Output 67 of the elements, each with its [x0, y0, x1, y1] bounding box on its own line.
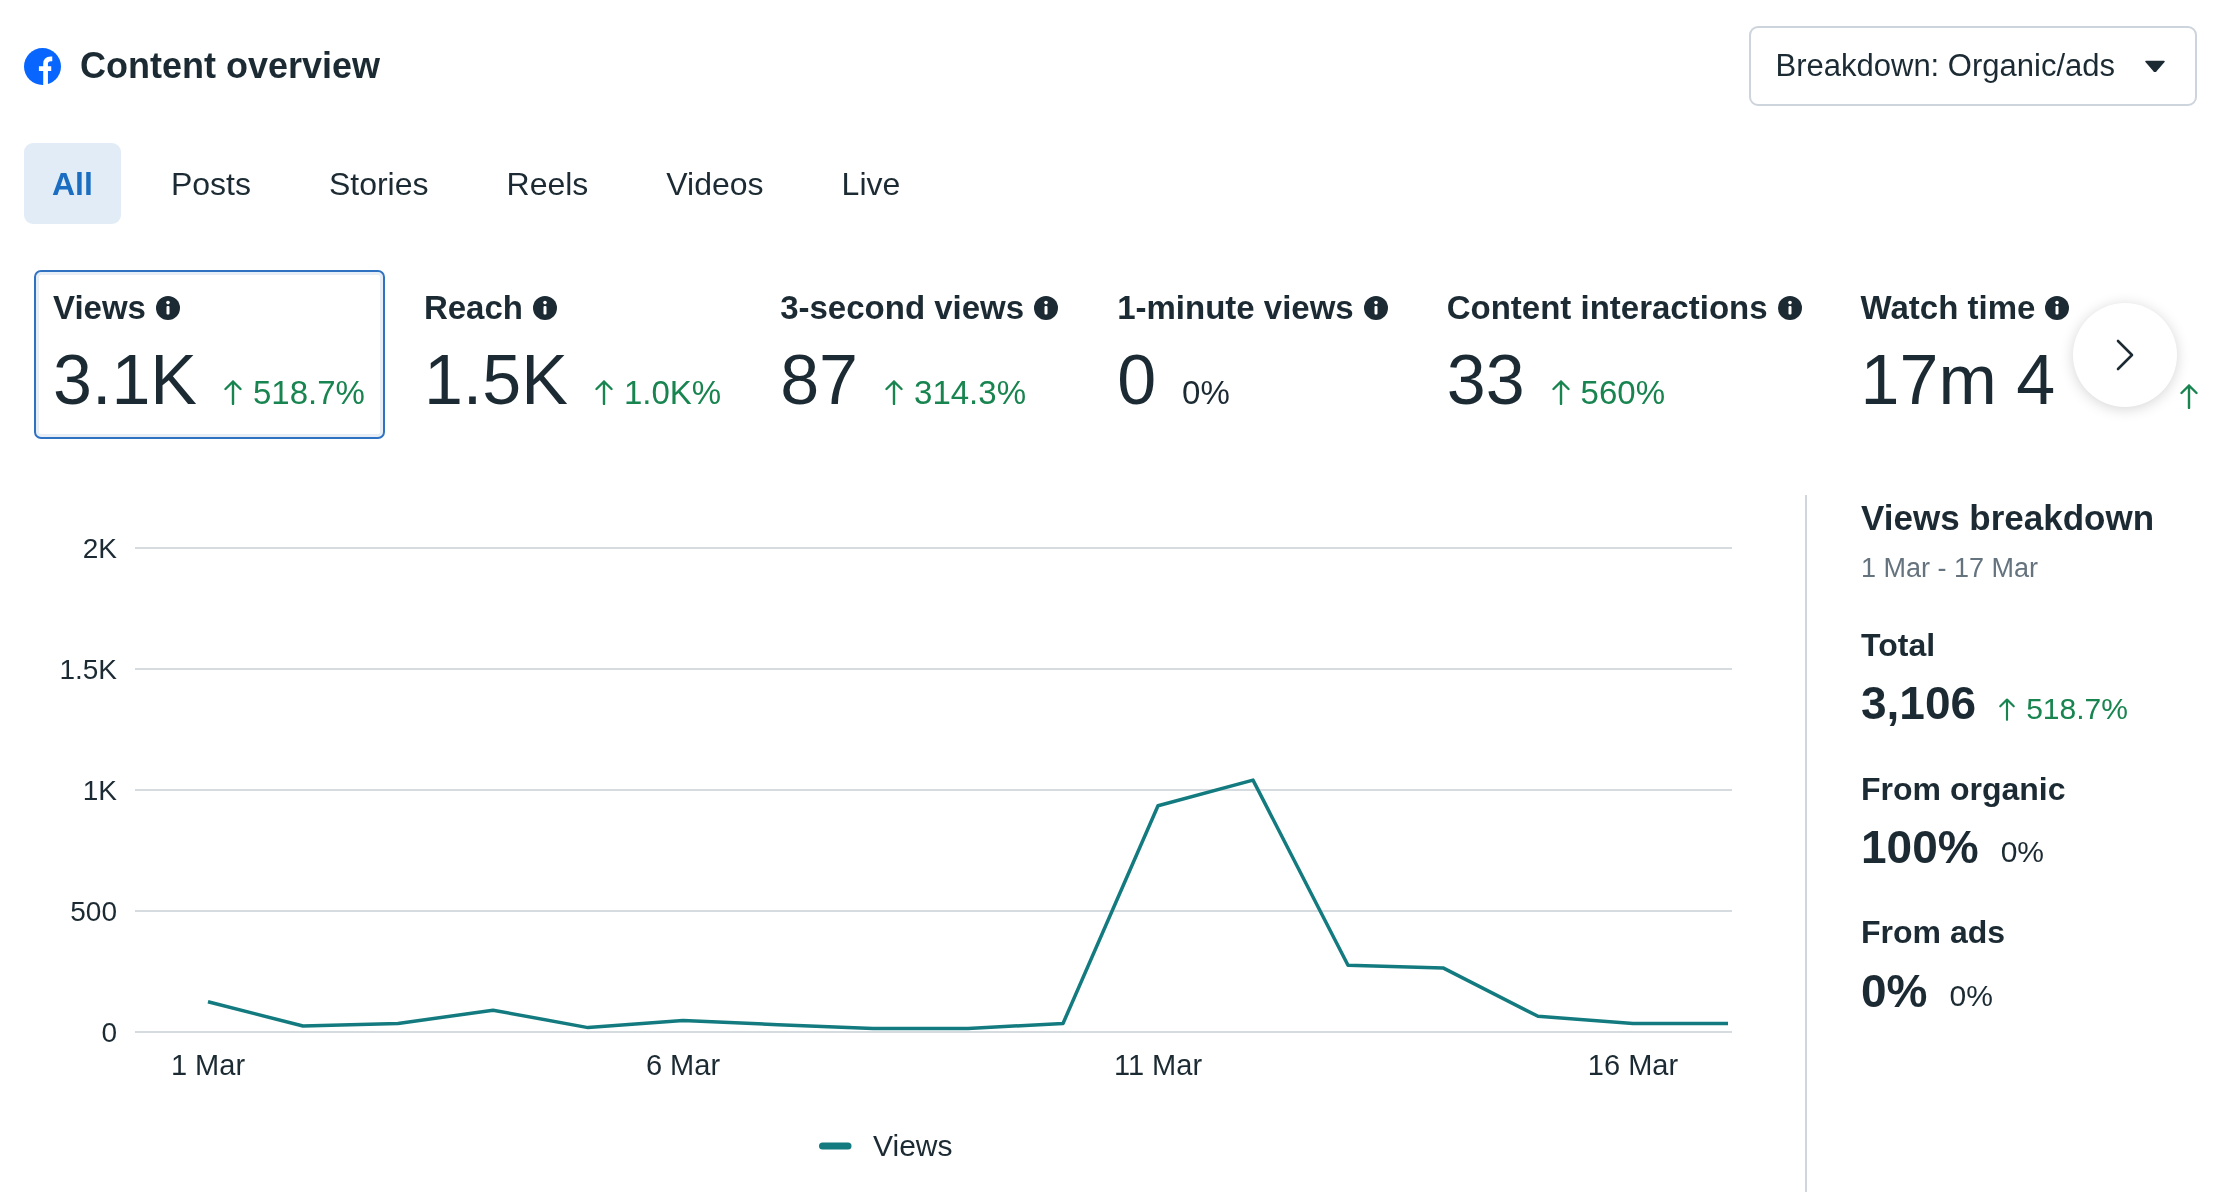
axis-label: 2K [82, 532, 117, 564]
breakdown-label: From organic [1861, 769, 2067, 808]
arrow-up-icon [1550, 379, 1571, 406]
metric-label: 3-second views [780, 288, 1025, 328]
info-icon [155, 295, 180, 320]
change-text: 314.3% [914, 375, 1026, 409]
date-range: 1 Mar - 17 Mar [1861, 551, 2040, 584]
metric-tab[interactable]: Views 3.1K 518.7% [34, 270, 385, 439]
legend-label: Views [873, 1128, 953, 1162]
metric-tab[interactable]: 1-minute views 0 0% [1098, 270, 1408, 439]
breakdown-value: 0% [1861, 963, 1928, 1019]
info-icon [533, 295, 557, 320]
caret-down-icon [2145, 60, 2165, 72]
metric-value: 17m 4 [1860, 344, 2056, 415]
panel-title: Views breakdown [1861, 496, 2156, 539]
change-text: 0% [2000, 837, 2044, 868]
info-icon [1777, 295, 1802, 320]
tab[interactable]: Reels [478, 143, 617, 224]
change-text: 1.0K% [623, 375, 722, 409]
axis-label: 16 Mar [1587, 1048, 1679, 1081]
axis-label: 1.5K [59, 653, 117, 685]
tab[interactable]: Live [813, 143, 929, 224]
metric-label: Content interactions [1446, 288, 1768, 328]
axis-label: 11 Mar [1113, 1048, 1203, 1081]
metric-value: 3.1K [53, 344, 197, 415]
arrow-up-icon [593, 379, 614, 406]
metric-label: Views [53, 288, 146, 328]
info-icon [1034, 295, 1059, 320]
change-text: 0% [1949, 980, 1993, 1011]
metric-label: 1-minute views [1117, 288, 1354, 328]
breakdown-value: 100% [1861, 819, 1979, 875]
tab[interactable]: Posts [142, 143, 279, 224]
next-button[interactable] [2073, 303, 2178, 407]
metric-value: 33 [1446, 344, 1525, 415]
info-icon [2045, 295, 2070, 320]
metric-tab[interactable]: Reach 1.5K 1.0K% [404, 270, 742, 439]
axis-label: 0 [101, 1016, 117, 1048]
breakdown-value: 3,106 [1861, 676, 1977, 732]
arrow-up-icon [1998, 696, 2017, 721]
tab[interactable]: All [24, 143, 121, 224]
arrow-up-icon [223, 379, 243, 406]
change-text: 518.7% [2026, 693, 2128, 724]
breakdown-label: From ads [1861, 913, 2007, 952]
tab[interactable]: Stories [300, 143, 457, 224]
axis-label: 6 Mar [645, 1048, 721, 1081]
arrow-up-icon [884, 379, 905, 406]
breakdown-label: Total [1861, 626, 1937, 665]
metric-value: 1.5K [423, 344, 568, 415]
page-title: Content overview [80, 44, 381, 88]
chevron-right-icon [2116, 339, 2135, 371]
axis-label: 1 Mar [170, 1048, 246, 1081]
metric-label: Reach [423, 288, 523, 328]
metric-tab[interactable]: Watch time 17m 4 [1841, 270, 2220, 439]
tab[interactable]: Videos [638, 143, 792, 224]
info-icon [1363, 295, 1388, 320]
metric-tab[interactable]: Content interactions 33 560% [1427, 270, 1822, 439]
change-text: 0% [1182, 375, 1230, 409]
logo-icon [24, 47, 61, 85]
metric-label: Watch time [1860, 288, 2036, 328]
metric-value: 0 [1117, 344, 1157, 415]
metric-tab[interactable]: 3-second views 87 314.3% [761, 270, 1079, 439]
change-text: 560% [1580, 375, 1665, 409]
breakdown-dropdown[interactable]: Breakdown: Organic/ads [1748, 26, 2197, 106]
metric-value: 87 [780, 344, 859, 415]
axis-label: 500 [70, 895, 117, 927]
axis-label: 1K [82, 774, 117, 806]
change-text: 518.7% [253, 375, 365, 409]
